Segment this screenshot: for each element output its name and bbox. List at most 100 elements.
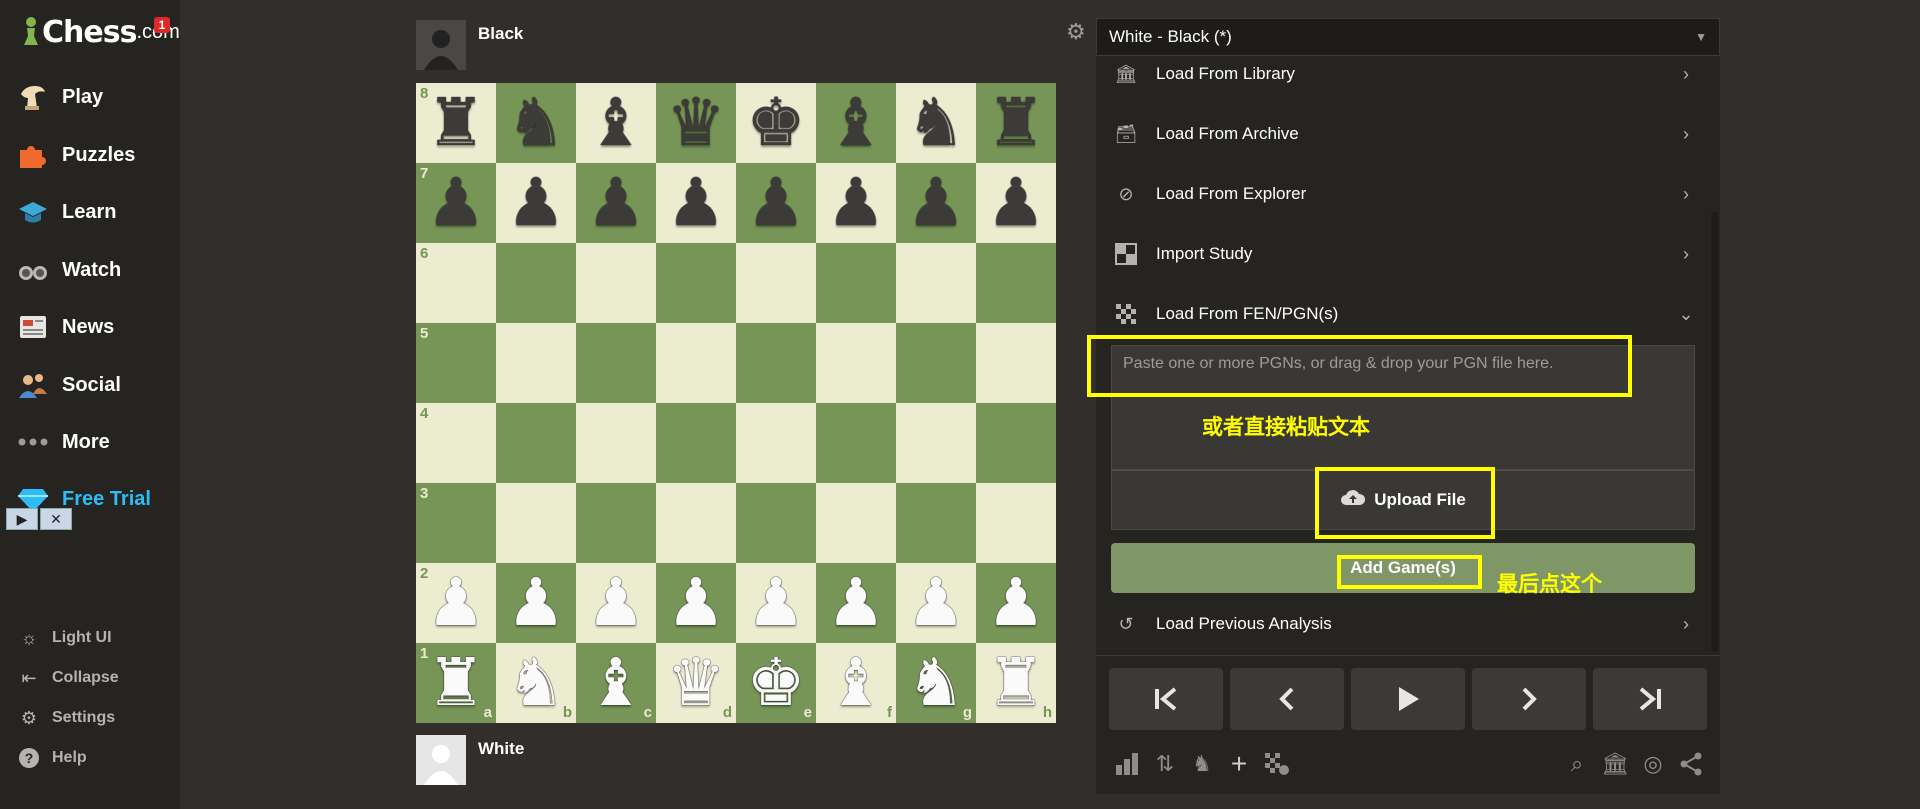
black-pawn-piece[interactable]: ♟ [826, 170, 885, 236]
board-square-c3[interactable] [576, 483, 656, 563]
board-square-f8[interactable]: ♝ [816, 83, 896, 163]
load-from-library[interactable]: 🏛 Load From Library › [1112, 52, 1696, 96]
board-square-a8[interactable]: 8 ♜ [416, 83, 496, 163]
load-from-fen-pgn[interactable]: Load From FEN/PGN(s) ⌄ [1112, 292, 1696, 336]
zoom-icon[interactable]: ⌕ [1563, 750, 1591, 778]
load-from-archive[interactable]: 🗃 Load From Archive › [1112, 112, 1696, 156]
white-pawn-piece[interactable]: ♟ [906, 570, 965, 636]
black-rook-piece[interactable]: ♜ [986, 90, 1045, 156]
white-queen-piece[interactable]: ♛ [666, 650, 725, 716]
avatar[interactable] [416, 20, 466, 70]
board-square-c6[interactable] [576, 243, 656, 323]
board-square-b3[interactable] [496, 483, 576, 563]
bottom-player-name[interactable]: White [478, 739, 524, 785]
board-square-d5[interactable] [656, 323, 736, 403]
board-square-d4[interactable] [656, 403, 736, 483]
board-square-e3[interactable] [736, 483, 816, 563]
nav-puzzles[interactable]: Puzzles [16, 135, 176, 175]
nav-learn[interactable]: Learn [16, 192, 176, 232]
black-knight-piece[interactable]: ♞ [906, 90, 965, 156]
board-square-e4[interactable] [736, 403, 816, 483]
board-square-a2[interactable]: 2 ♟ [416, 563, 496, 643]
black-pawn-piece[interactable]: ♟ [986, 170, 1045, 236]
board-square-g1[interactable]: g ♞ [896, 643, 976, 723]
white-pawn-piece[interactable]: ♟ [826, 570, 885, 636]
import-study[interactable]: Import Study › [1112, 232, 1696, 276]
media-play-icon[interactable]: ▶ [6, 508, 38, 530]
board-square-h6[interactable] [976, 243, 1056, 323]
board-square-h2[interactable]: ♟ [976, 563, 1056, 643]
game-select-dropdown[interactable]: White - Black (*) ▼ [1096, 18, 1720, 56]
board-settings-gear-icon[interactable]: ⚙ [1066, 21, 1086, 43]
black-queen-piece[interactable]: ♛ [666, 90, 725, 156]
white-pawn-piece[interactable]: ♟ [506, 570, 565, 636]
black-pawn-piece[interactable]: ♟ [586, 170, 645, 236]
board-square-f7[interactable]: ♟ [816, 163, 896, 243]
board-square-b4[interactable] [496, 403, 576, 483]
board-square-g7[interactable]: ♟ [896, 163, 976, 243]
board-square-b6[interactable] [496, 243, 576, 323]
black-bishop-piece[interactable]: ♝ [826, 90, 885, 156]
add-icon[interactable]: + [1225, 748, 1253, 779]
white-pawn-piece[interactable]: ♟ [426, 570, 485, 636]
board-square-d7[interactable]: ♟ [656, 163, 736, 243]
board-square-c7[interactable]: ♟ [576, 163, 656, 243]
last-move-button[interactable] [1593, 668, 1707, 730]
next-move-button[interactable] [1472, 668, 1586, 730]
nav-more[interactable]: More [16, 422, 176, 462]
first-move-button[interactable] [1109, 668, 1223, 730]
board-square-d6[interactable] [656, 243, 736, 323]
board-square-e7[interactable]: ♟ [736, 163, 816, 243]
board-square-b7[interactable]: ♟ [496, 163, 576, 243]
board-square-g2[interactable]: ♟ [896, 563, 976, 643]
black-king-piece[interactable]: ♚ [746, 90, 805, 156]
collapse-button[interactable]: ⇤ Collapse [16, 664, 118, 692]
board-square-g8[interactable]: ♞ [896, 83, 976, 163]
board-square-h5[interactable] [976, 323, 1056, 403]
board-square-h7[interactable]: ♟ [976, 163, 1056, 243]
board-square-b1[interactable]: b ♞ [496, 643, 576, 723]
board-square-b8[interactable]: ♞ [496, 83, 576, 163]
board-square-h8[interactable]: ♜ [976, 83, 1056, 163]
nav-news[interactable]: News [16, 307, 176, 347]
board-square-f5[interactable] [816, 323, 896, 403]
white-rook-piece[interactable]: ♜ [986, 650, 1045, 716]
board-square-c4[interactable] [576, 403, 656, 483]
chart-icon[interactable] [1113, 750, 1141, 778]
board-square-c1[interactable]: c ♝ [576, 643, 656, 723]
save-library-icon[interactable]: 🏛 [1601, 750, 1629, 778]
white-king-piece[interactable]: ♚ [746, 650, 805, 716]
board-square-c8[interactable]: ♝ [576, 83, 656, 163]
board-square-e2[interactable]: ♟ [736, 563, 816, 643]
flip-board-icon[interactable]: ⇅ [1151, 750, 1179, 778]
board-square-e5[interactable] [736, 323, 816, 403]
board-square-f6[interactable] [816, 243, 896, 323]
board-square-a4[interactable]: 4 [416, 403, 496, 483]
white-knight-piece[interactable]: ♞ [506, 650, 565, 716]
board-square-d3[interactable] [656, 483, 736, 563]
chess-board[interactable]: 8 ♜ ♞ ♝ ♛ ♚ ♝ ♞ ♜ 7 ♟ ♟ ♟ ♟ ♟ ♟ ♟ ♟ 6 5 4 3 2 ♟ ♟ ♟ ♟ ♟ ♟ ♟ ♟ 1 a ♜ b ♞ c ♝ d ♛… [416, 83, 1056, 723]
black-bishop-piece[interactable]: ♝ [586, 90, 645, 156]
board-square-e1[interactable]: e ♚ [736, 643, 816, 723]
board-square-b5[interactable] [496, 323, 576, 403]
light-ui-toggle[interactable]: ☼ Light UI [16, 624, 112, 652]
board-square-e6[interactable] [736, 243, 816, 323]
white-pawn-piece[interactable]: ♟ [986, 570, 1045, 636]
previous-move-button[interactable] [1230, 668, 1344, 730]
black-pawn-piece[interactable]: ♟ [906, 170, 965, 236]
notification-badge[interactable]: 1 [154, 17, 170, 33]
board-editor-icon[interactable] [1263, 750, 1291, 778]
white-pawn-piece[interactable]: ♟ [746, 570, 805, 636]
black-knight-piece[interactable]: ♞ [506, 90, 565, 156]
top-player-name[interactable]: Black [478, 24, 523, 70]
target-icon[interactable]: ◎ [1639, 750, 1667, 778]
board-square-a1[interactable]: 1 a ♜ [416, 643, 496, 723]
board-square-h3[interactable] [976, 483, 1056, 563]
black-pawn-piece[interactable]: ♟ [506, 170, 565, 236]
board-square-a6[interactable]: 6 [416, 243, 496, 323]
white-bishop-piece[interactable]: ♝ [586, 650, 645, 716]
play-button[interactable] [1351, 668, 1465, 730]
board-square-a3[interactable]: 3 [416, 483, 496, 563]
board-square-h1[interactable]: h ♜ [976, 643, 1056, 723]
nav-social[interactable]: Social [16, 365, 176, 405]
